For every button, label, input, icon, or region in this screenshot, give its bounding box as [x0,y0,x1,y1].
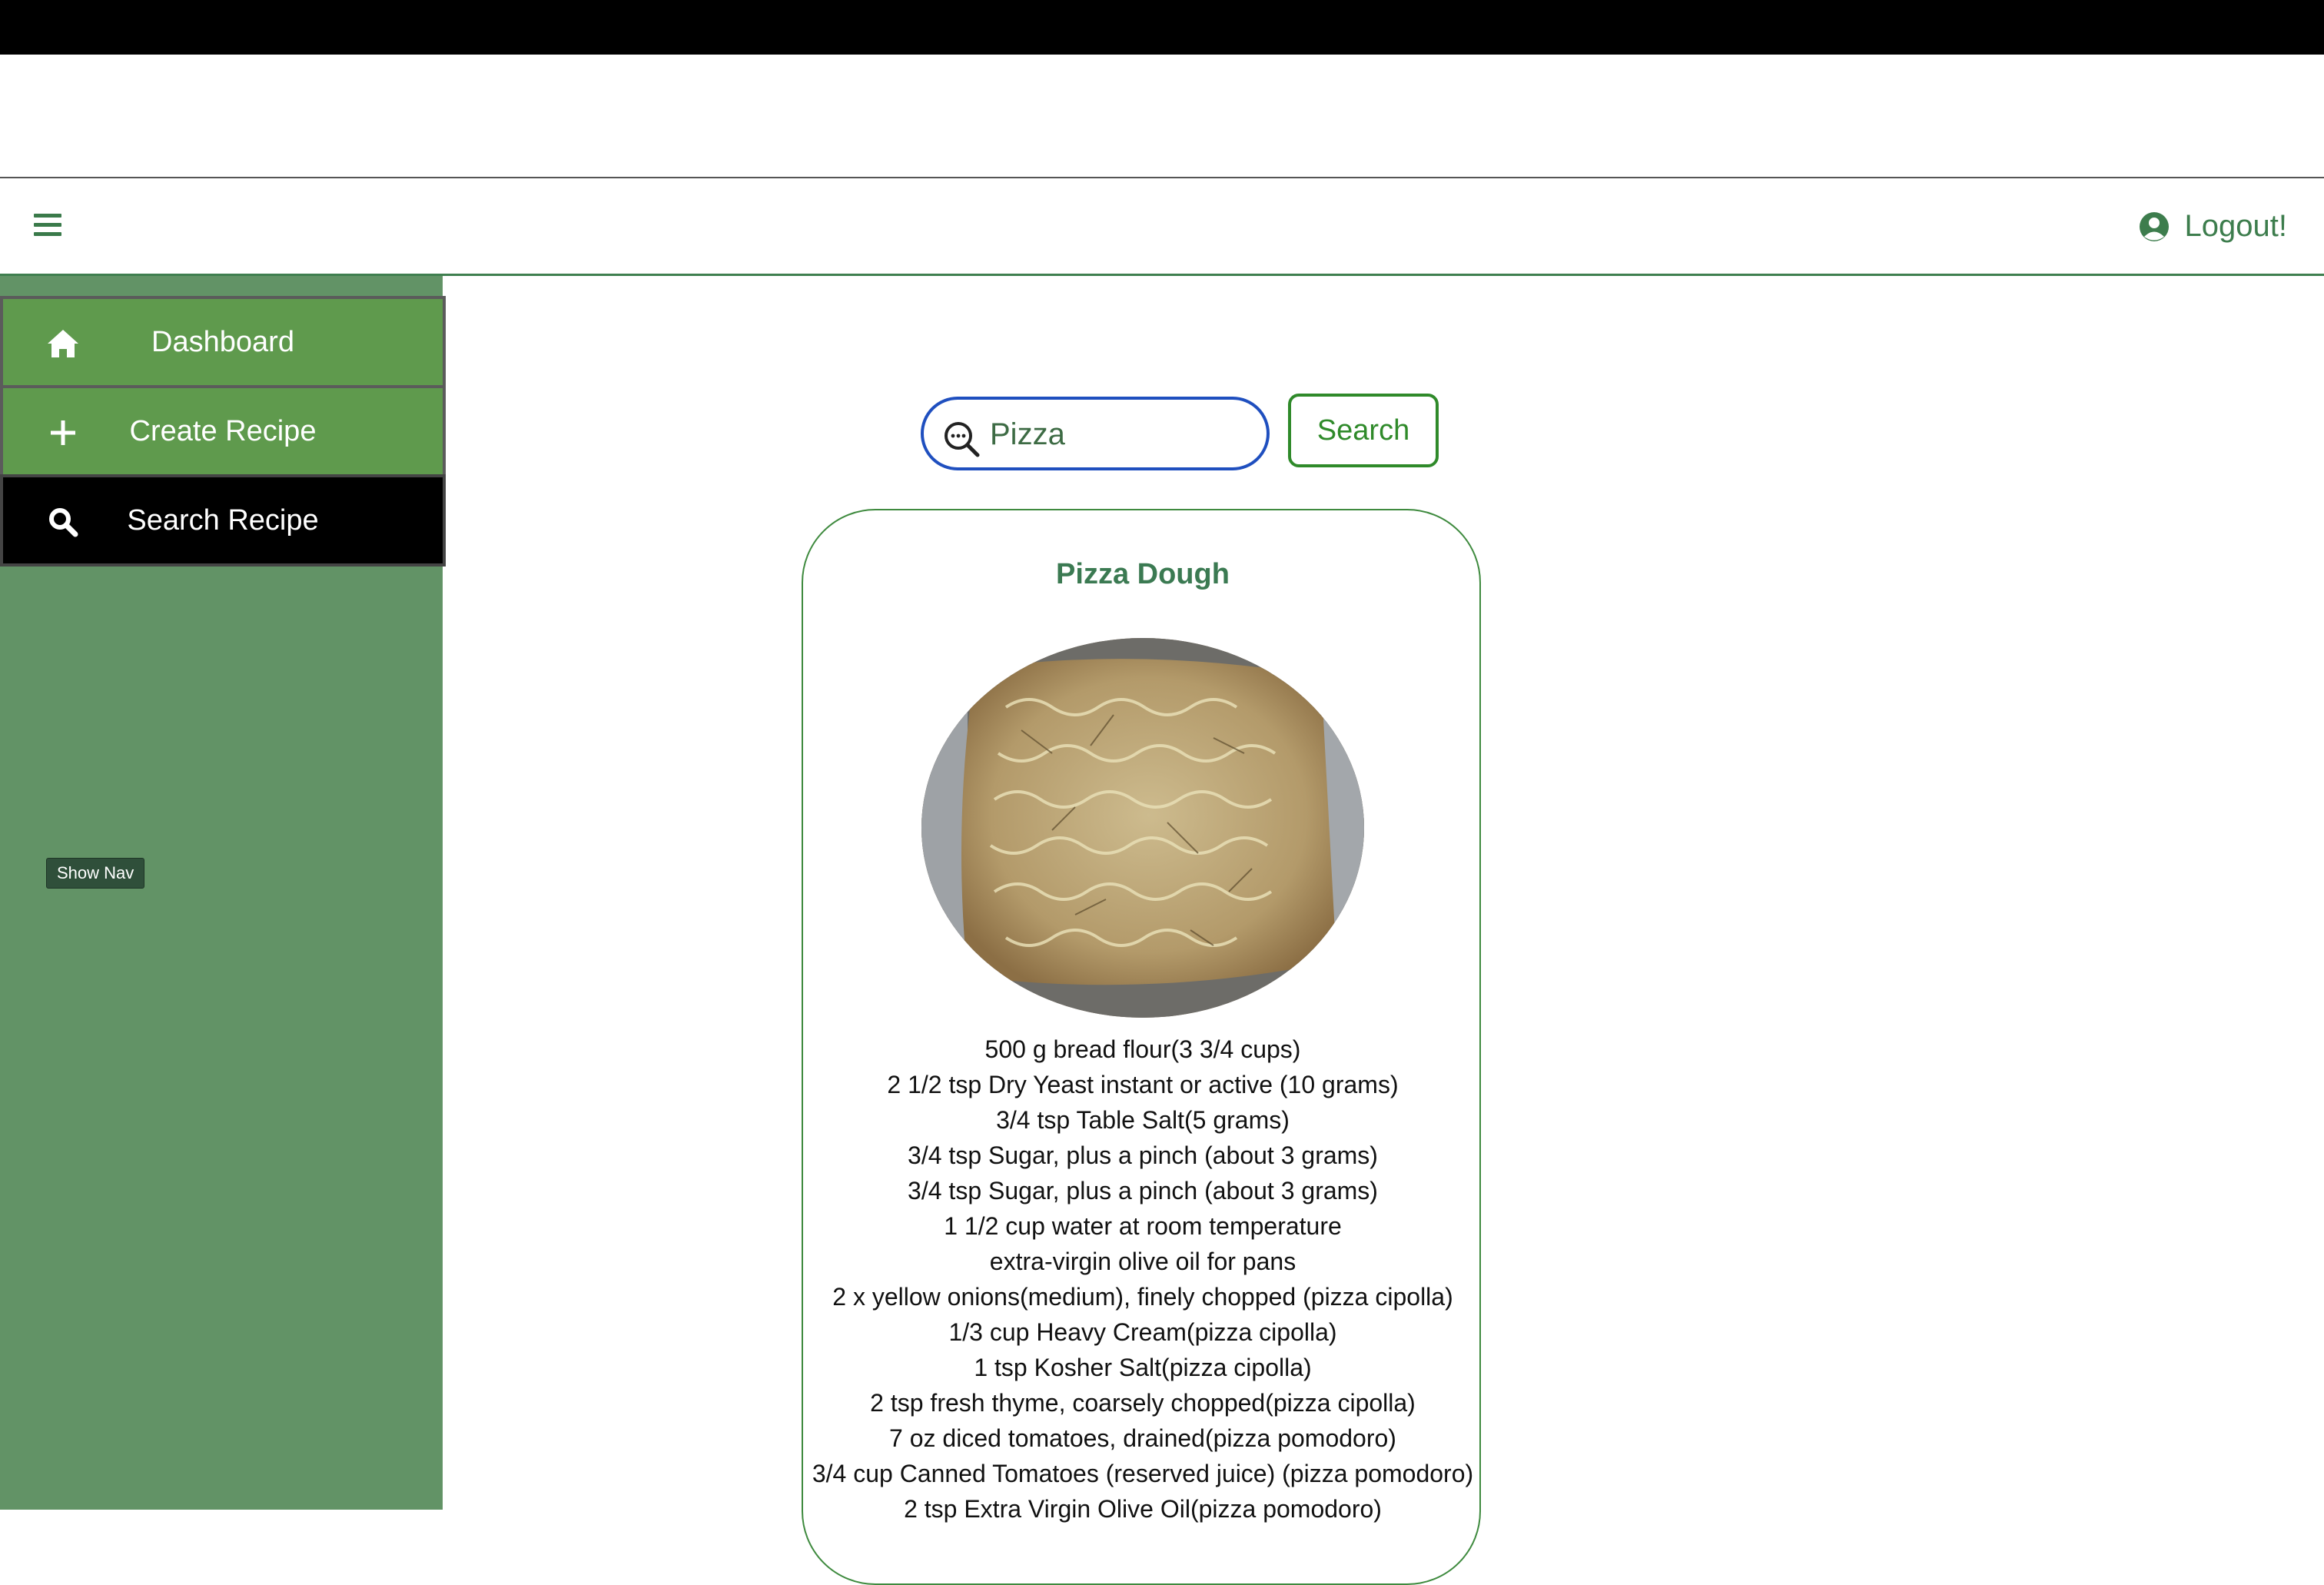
ingredient-list: 500 g bread flour(3 3/4 cups) 2 1/2 tsp … [803,1032,1482,1527]
ingredient-item: 3/4 tsp Sugar, plus a pinch (about 3 gra… [908,1141,1378,1169]
ingredient-item: extra-virgin olive oil for pans [989,1248,1296,1275]
hamburger-icon[interactable] [34,214,61,237]
sidebar-item-label: Search Recipe [127,503,319,537]
sidebar-item-label: Create Recipe [129,414,317,447]
sidebar-item-search-recipe[interactable]: Search Recipe [0,474,446,567]
ingredient-item: 500 g bread flour(3 3/4 cups) [984,1035,1301,1063]
sidebar-item-dashboard[interactable]: Dashboard [0,296,446,388]
sidebar-item-create-recipe[interactable]: Create Recipe [0,385,446,477]
user-circle-icon [2139,211,2169,241]
recipe-card[interactable]: Pizza Dough 500 g bread flour(3 3/4 cups… [802,509,1481,1585]
ingredient-item: 3/4 tsp Sugar, plus a pinch (about 3 gra… [908,1177,1378,1205]
top-black-bar [0,0,2324,55]
ingredient-item: 2 tsp fresh thyme, coarsely chopped(pizz… [870,1389,1416,1417]
ingredient-item: 2 tsp Extra Virgin Olive Oil(pizza pomod… [904,1495,1382,1523]
zoom-search-icon [945,422,980,457]
ingredient-item: 7 oz diced tomatoes, drained(pizza pomod… [889,1424,1396,1452]
show-nav-tooltip[interactable]: Show Nav [46,858,145,889]
ingredient-item: 1/3 cup Heavy Cream(pizza cipolla) [948,1318,1337,1346]
search-button[interactable]: Search [1288,394,1439,467]
sidebar: Dashboard Create Recipe Search Recipe Sh… [0,276,446,1510]
logout-button[interactable]: Logout! [2139,209,2287,244]
search-input[interactable] [988,410,1253,458]
ingredient-item: 2 x yellow onions(medium), finely choppe… [832,1283,1453,1311]
recipe-image [921,638,1364,1018]
ingredient-item: 3/4 cup Canned Tomatoes (reserved juice)… [812,1460,1474,1487]
logout-label: Logout! [2184,209,2287,243]
ingredient-item: 1 tsp Kosher Salt(pizza cipolla) [974,1354,1312,1381]
ingredient-item: 3/4 tsp Table Salt(5 grams) [996,1106,1290,1134]
ingredient-item: 1 1/2 cup water at room temperature [944,1212,1342,1240]
search-field[interactable] [921,397,1270,470]
ingredient-item: 2 1/2 tsp Dry Yeast instant or active (1… [887,1071,1399,1098]
navbar: Logout! [0,178,2324,276]
sidebar-item-label: Dashboard [151,325,294,358]
recipe-title: Pizza Dough [1056,558,1230,590]
